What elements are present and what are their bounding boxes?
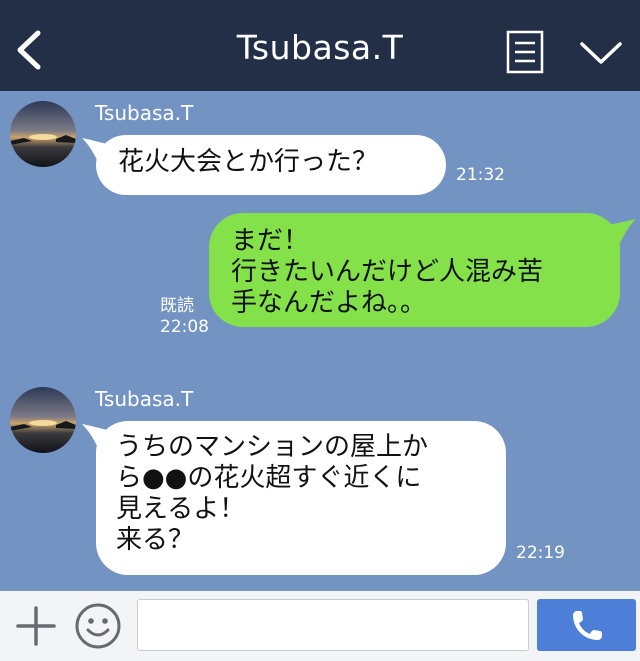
message-time: 21:32 (456, 165, 505, 185)
sender-name: Tsubasa.T (95, 387, 194, 411)
input-bar (0, 591, 640, 661)
message-text: うちのマンションの屋上か ら●●の花火超すぐ近くに 見えるよ！ 来る？ (116, 432, 429, 555)
message-time: 22:19 (516, 543, 565, 563)
message-bubble-outgoing[interactable]: まだ！ 行きたいんだけど人混み苦 手なんだよね。。 (209, 213, 620, 327)
call-button[interactable] (537, 599, 636, 651)
chat-title: Tsubasa.T (236, 28, 404, 67)
add-button[interactable] (14, 604, 58, 648)
plus-icon (16, 606, 56, 646)
collapse-button[interactable] (578, 36, 624, 68)
message-bubble-incoming[interactable]: うちのマンションの屋上か ら●●の花火超すぐ近くに 見えるよ！ 来る？ (96, 421, 506, 575)
smiley-icon (75, 603, 121, 649)
phone-icon (573, 611, 602, 640)
read-receipt: 既読 (160, 296, 194, 316)
chat-header: Tsubasa.T (0, 0, 640, 91)
emoji-button[interactable] (74, 602, 122, 650)
notes-button[interactable] (506, 30, 544, 74)
chevron-down-icon (580, 42, 622, 64)
avatar[interactable] (10, 387, 76, 453)
message-input[interactable] (137, 599, 529, 651)
message-bubble-incoming[interactable]: 花火大会とか行った？ (96, 135, 446, 195)
notes-icon (506, 30, 544, 74)
message-text: まだ！ 行きたいんだけど人混み苦 手なんだよね。。 (231, 226, 544, 318)
avatar[interactable] (10, 101, 76, 167)
chat-area[interactable]: Tsubasa.T 花火大会とか行った？ 21:32 まだ！ 行きたいんだけど人… (0, 91, 640, 591)
message-time: 22:08 (160, 317, 209, 337)
message-text: 花火大会とか行った？ (118, 147, 379, 177)
sender-name: Tsubasa.T (95, 101, 194, 125)
